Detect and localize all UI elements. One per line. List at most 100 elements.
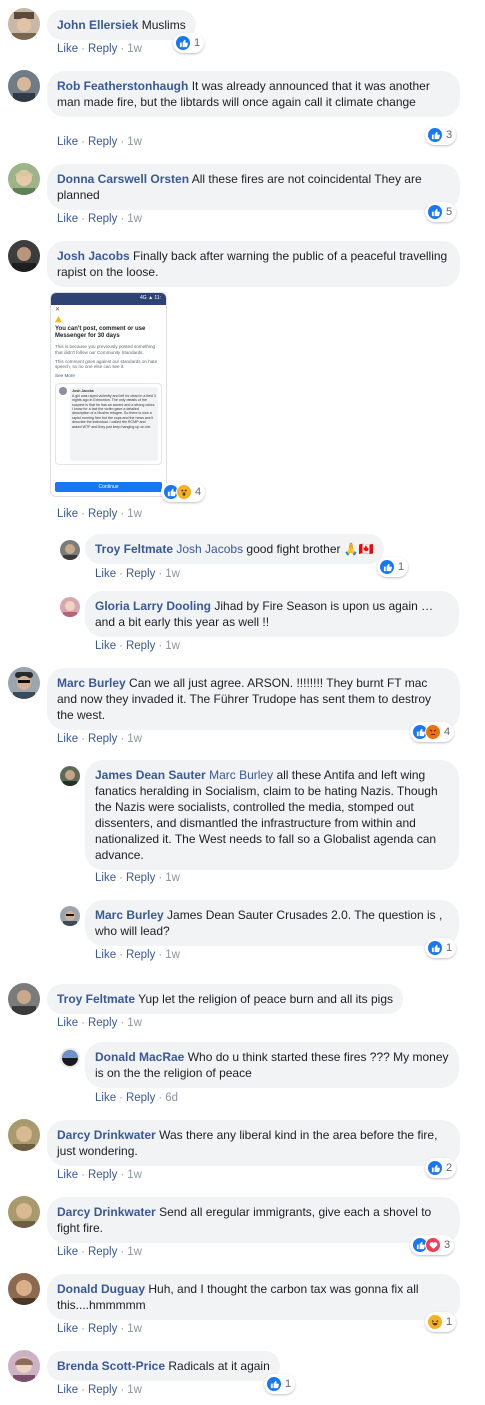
like-button[interactable]: Like <box>57 213 78 225</box>
comment-actions: Like · Reply · 1w <box>57 733 142 745</box>
reaction-count: 1 <box>446 1316 453 1328</box>
reply-button[interactable]: Reply <box>88 1384 117 1396</box>
reply-bubble: Marc Burley James Dean Sauter Crusades 2… <box>85 900 459 946</box>
mention-link[interactable]: Josh Jacobs <box>176 542 243 556</box>
close-icon: ✕ <box>55 307 61 313</box>
comment-author[interactable]: Darcy Drinkwater <box>57 1128 156 1142</box>
reaction-summary[interactable]: 1 <box>173 33 205 53</box>
reaction-count: 3 <box>446 129 453 141</box>
reply-button[interactable]: Reply <box>88 1017 117 1029</box>
comment-author[interactable]: Troy Feltmate <box>57 992 135 1006</box>
comment-timestamp[interactable]: 1w <box>127 1017 142 1029</box>
avatar[interactable] <box>8 1196 40 1228</box>
avatar[interactable] <box>60 766 80 786</box>
reply-button[interactable]: Reply <box>88 1169 117 1181</box>
comment-timestamp[interactable]: 1w <box>127 213 142 225</box>
reaction-summary[interactable]: 1 <box>377 557 409 577</box>
comment-author[interactable]: Darcy Drinkwater <box>57 1205 156 1219</box>
screenshot-attachment[interactable]: 4G ▲ 11: ✕ You can't post, comment or us… <box>50 292 167 497</box>
avatar[interactable] <box>8 983 40 1015</box>
avatar[interactable] <box>8 8 40 40</box>
reply-button[interactable]: Reply <box>88 43 117 55</box>
comment-text: all these Antifa and left wing fanatics … <box>95 768 438 862</box>
mention-link[interactable]: Marc Burley <box>209 768 273 782</box>
like-button[interactable]: Like <box>57 1384 78 1396</box>
like-button[interactable]: Like <box>95 872 116 884</box>
comment-author[interactable]: Brenda Scott-Price <box>57 1359 165 1373</box>
like-button[interactable]: Like <box>57 508 78 520</box>
reaction-summary[interactable]: 1 <box>264 1374 296 1394</box>
reaction-summary[interactable]: 4 <box>161 482 206 502</box>
like-button[interactable]: Like <box>57 1169 78 1181</box>
comment-bubble: Troy Feltmate Yup let the religion of pe… <box>47 984 403 1014</box>
comment-author[interactable]: Marc Burley <box>95 908 164 922</box>
reaction-summary[interactable]: 5 <box>425 202 457 222</box>
avatar[interactable] <box>60 597 80 617</box>
comment-timestamp[interactable]: 1w <box>127 508 142 520</box>
comment-bubble: Darcy Drinkwater Was there any liberal k… <box>47 1120 460 1166</box>
reaction-summary[interactable]: 3 <box>410 1235 455 1255</box>
like-button[interactable]: Like <box>57 1323 78 1335</box>
like-button[interactable]: Like <box>57 43 78 55</box>
reply-button[interactable]: Reply <box>88 1246 117 1258</box>
reply-button[interactable]: Reply <box>88 136 117 148</box>
reply-button[interactable]: Reply <box>126 1092 155 1104</box>
comment-timestamp[interactable]: 1w <box>165 640 180 652</box>
comment-timestamp[interactable]: 1w <box>127 136 142 148</box>
comment-author[interactable]: Josh Jacobs <box>57 249 130 263</box>
avatar[interactable] <box>8 70 40 102</box>
comment-author[interactable]: Donald MacRae <box>95 1050 184 1064</box>
like-button[interactable]: Like <box>95 640 116 652</box>
comment-author[interactable]: Donna Carswell Orsten <box>57 172 189 186</box>
comment-author[interactable]: Rob Featherstonhaugh <box>57 79 188 93</box>
comment-timestamp[interactable]: 1w <box>165 949 180 961</box>
comment-timestamp[interactable]: 1w <box>165 568 180 580</box>
avatar[interactable] <box>60 906 80 926</box>
reaction-summary[interactable]: 2 <box>425 1158 457 1178</box>
avatar[interactable] <box>8 667 40 699</box>
comment-timestamp[interactable]: 1w <box>127 1384 142 1396</box>
reply-button[interactable]: Reply <box>126 640 155 652</box>
like-reaction-icon <box>427 204 443 220</box>
comment-timestamp[interactable]: 1w <box>165 872 180 884</box>
reaction-summary[interactable]: 1 <box>425 938 457 958</box>
avatar[interactable] <box>60 1048 80 1068</box>
reaction-summary[interactable]: 1 <box>425 1312 457 1332</box>
avatar[interactable] <box>8 1350 40 1382</box>
comment-timestamp[interactable]: 1w <box>127 43 142 55</box>
reply-button[interactable]: Reply <box>88 508 117 520</box>
comment-author[interactable]: John Ellersiek <box>57 18 138 32</box>
like-button[interactable]: Like <box>57 1017 78 1029</box>
reaction-summary[interactable]: 4 <box>410 722 455 742</box>
comment-author[interactable]: Marc Burley <box>57 676 126 690</box>
comment-timestamp[interactable]: 1w <box>127 733 142 745</box>
comment-timestamp[interactable]: 1w <box>127 1246 142 1258</box>
comment-author[interactable]: Troy Feltmate <box>95 542 173 556</box>
avatar[interactable] <box>8 163 40 195</box>
reply-button[interactable]: Reply <box>126 568 155 580</box>
reply-button[interactable]: Reply <box>88 733 117 745</box>
comment-actions: Like · Reply · 1w <box>57 213 142 225</box>
avatar[interactable] <box>60 540 80 560</box>
comment-author[interactable]: James Dean Sauter <box>95 768 206 782</box>
comment-author[interactable]: Donald Duguay <box>57 1282 145 1296</box>
comment-timestamp[interactable]: 1w <box>127 1169 142 1181</box>
reaction-summary[interactable]: 3 <box>425 125 457 145</box>
reply-button[interactable]: Reply <box>126 872 155 884</box>
like-button[interactable]: Like <box>95 949 116 961</box>
reply-button[interactable]: Reply <box>88 213 117 225</box>
reply-button[interactable]: Reply <box>126 949 155 961</box>
avatar[interactable] <box>8 240 40 272</box>
like-button[interactable]: Like <box>57 733 78 745</box>
like-button[interactable]: Like <box>57 1246 78 1258</box>
comment-author[interactable]: Gloria Larry Dooling <box>95 599 211 613</box>
like-button[interactable]: Like <box>57 136 78 148</box>
comment-timestamp[interactable]: 1w <box>127 1323 142 1335</box>
comment-timestamp[interactable]: 6d <box>165 1092 178 1104</box>
reply-button[interactable]: Reply <box>88 1323 117 1335</box>
like-button[interactable]: Like <box>95 1092 116 1104</box>
comment-actions: Like · Reply · 1w <box>57 1169 142 1181</box>
avatar[interactable] <box>8 1273 40 1305</box>
like-button[interactable]: Like <box>95 568 116 580</box>
avatar[interactable] <box>8 1119 40 1151</box>
